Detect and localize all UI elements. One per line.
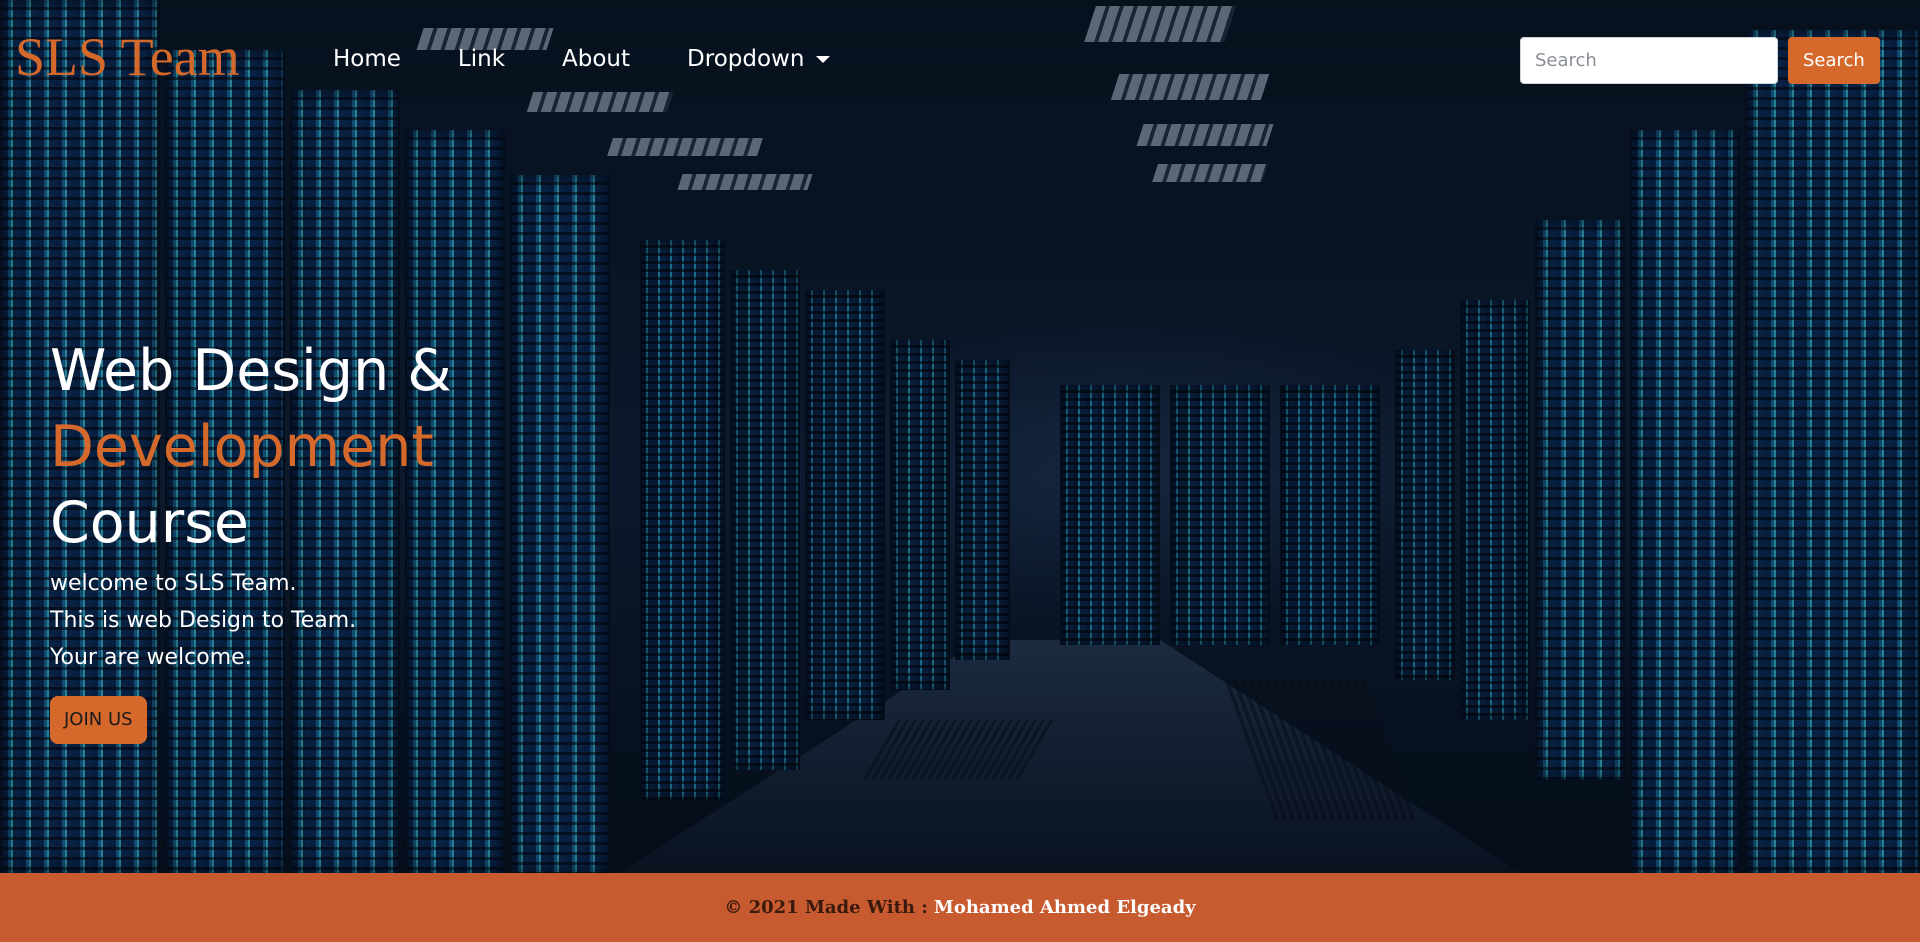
hero-title: Web Design & Development Course [50, 333, 452, 561]
join-us-button[interactable]: JOIN US [50, 696, 147, 744]
hero-text-line-1: welcome to SLS Team. [50, 571, 297, 596]
hero-text-line-2: This is web Design to Team. [50, 608, 357, 633]
search-input[interactable] [1520, 37, 1778, 84]
footer-author: Mohamed Ahmed Elgeady [933, 897, 1196, 918]
nav-dropdown-toggle[interactable]: Dropdown [687, 46, 831, 74]
hero-content: Web Design & Development Course welcome … [50, 333, 452, 744]
brand-logo[interactable]: SLS Team [15, 30, 240, 84]
nav-link-about[interactable]: About [562, 46, 630, 74]
hero-title-line-2: Development [50, 414, 434, 480]
hero-title-line-3: Course [50, 490, 249, 556]
nav-link-link[interactable]: Link [458, 46, 505, 74]
navbar: SLS Team Home Link About Dropdown Search [0, 0, 1920, 122]
nav-link-home[interactable]: Home [333, 46, 401, 74]
hero-description: welcome to SLS Team. This is web Design … [50, 565, 452, 676]
search-form: Search [1520, 37, 1880, 84]
hero-text-line-3: Your are welcome. [50, 645, 252, 670]
hero-title-line-1: Web Design & [50, 338, 452, 404]
footer-copyright: © 2021 Made With : [724, 897, 928, 918]
footer: © 2021 Made With : Mohamed Ahmed Elgeady [0, 873, 1920, 942]
search-button[interactable]: Search [1788, 37, 1880, 84]
caret-down-icon [816, 56, 831, 64]
nav-dropdown-label: Dropdown [687, 46, 805, 72]
nav-links: Home Link About Dropdown [333, 46, 887, 74]
